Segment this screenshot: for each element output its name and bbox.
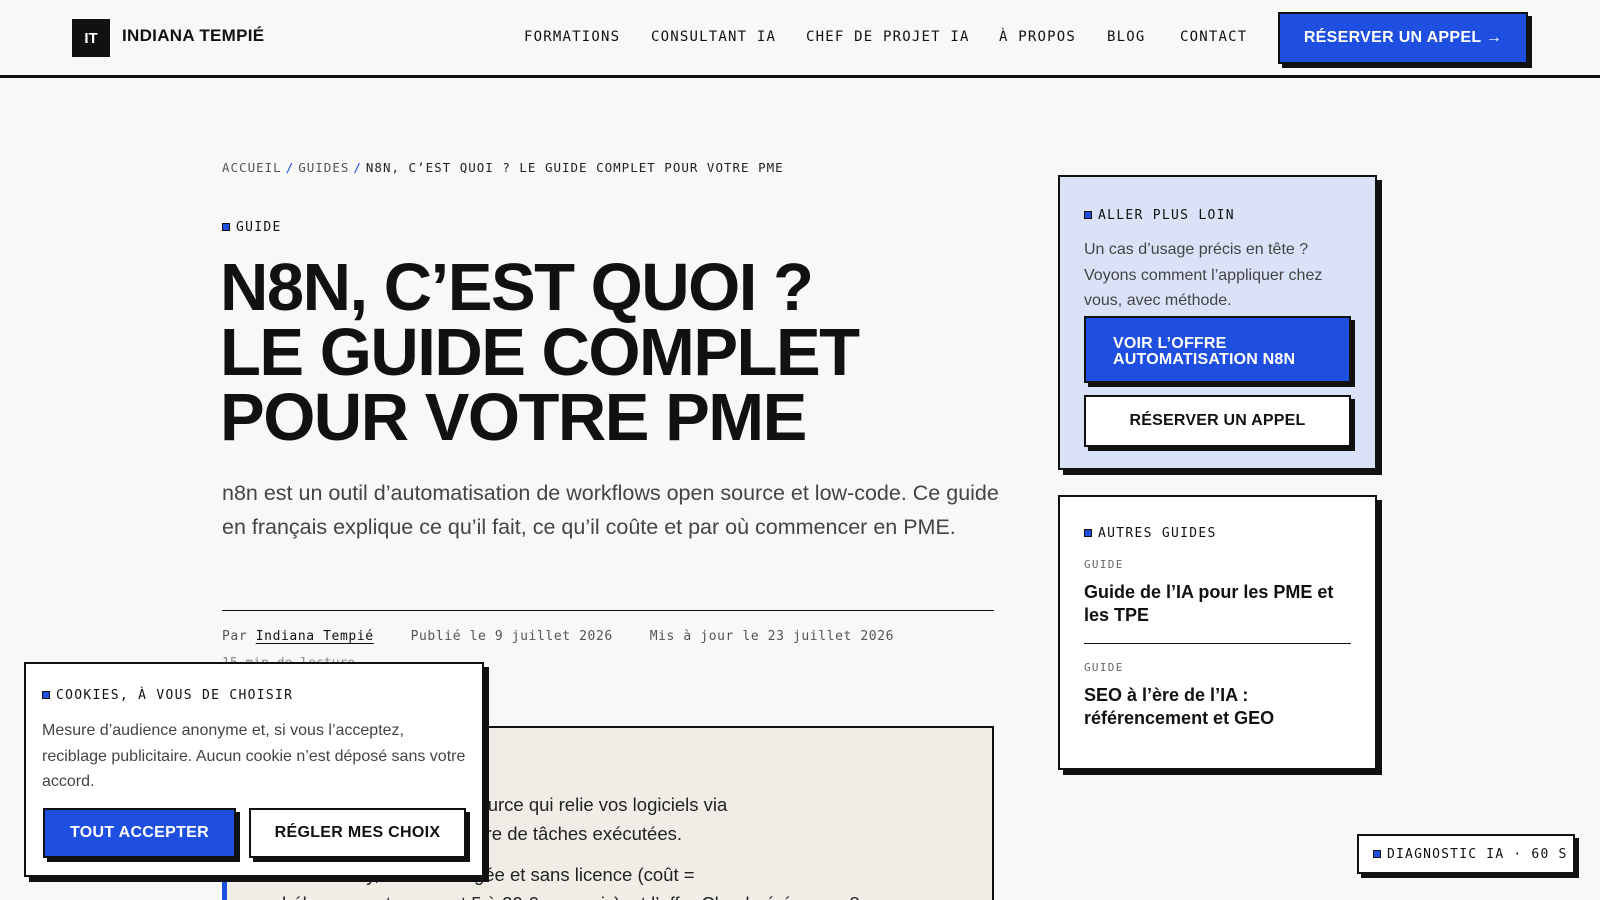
further-heading-label: ALLER PLUS LOIN xyxy=(1098,208,1235,223)
breadcrumb-separator: / xyxy=(285,160,295,175)
title-line: N8N, C’EST QUOI ? xyxy=(220,250,814,325)
breadcrumb-current: N8N, C’EST QUOI ? LE GUIDE COMPLET POUR … xyxy=(365,160,784,175)
cookie-heading-label: COOKIES, À VOUS DE CHOISIR xyxy=(56,688,294,703)
cookie-settings-button[interactable]: RÉGLER MES CHOIX xyxy=(249,808,466,858)
divider xyxy=(1084,643,1351,644)
article-tag-label: GUIDE xyxy=(236,220,282,235)
article-tag: GUIDE xyxy=(222,220,282,235)
nav-blog[interactable]: BLOG xyxy=(1107,29,1146,45)
published-date: Publié le 9 juillet 2026 xyxy=(410,629,613,644)
further-text: Un cas d’usage précis en tête ? Voyons c… xyxy=(1084,241,1323,309)
site-header: IT INDIANA TEMPIÉ FORMATIONS CONSULTANT … xyxy=(0,0,1600,78)
updated-date: Mis à jour le 23 juillet 2026 xyxy=(649,629,895,644)
nav-formations[interactable]: FORMATIONS xyxy=(524,29,620,45)
nav-contact[interactable]: CONTACT xyxy=(1180,29,1247,45)
square-bullet-icon xyxy=(1084,529,1092,537)
square-bullet-icon xyxy=(222,223,230,231)
cookie-heading: COOKIES, À VOUS DE CHOISIR xyxy=(42,688,293,703)
breadcrumb-home[interactable]: ACCUEIL xyxy=(222,160,282,175)
cookie-text: Mesure d’audience anonyme et, si vous l’… xyxy=(42,722,466,790)
accept-all-button[interactable]: TOUT ACCEPTER xyxy=(43,808,236,858)
book-call-button[interactable]: RÉSERVER UN APPEL → xyxy=(1278,12,1528,64)
breadcrumb-guides[interactable]: GUIDES xyxy=(298,160,349,175)
square-bullet-icon xyxy=(1084,211,1092,219)
title-line: LE GUIDE COMPLET xyxy=(220,315,860,390)
page-title: N8N, C’EST QUOI ? LE GUIDE COMPLET POUR … xyxy=(220,250,940,455)
divider xyxy=(222,610,994,611)
logo-mark[interactable]: IT xyxy=(72,19,110,57)
diagnostic-button[interactable]: DIAGNOSTIC IA · 60 S xyxy=(1357,834,1575,874)
n8n-offer-label: VOIR L’OFFRE xyxy=(1113,335,1227,352)
further-card: ALLER PLUS LOIN Un cas d’usage précis en… xyxy=(1058,175,1377,470)
guide-tag: GUIDE xyxy=(1084,661,1124,674)
article-meta: Par Indiana Tempié Publié le 9 juillet 2… xyxy=(222,629,894,644)
n8n-offer-label: AUTOMATISATION N8N xyxy=(1113,351,1296,368)
n8n-offer-button[interactable]: VOIR L’OFFRE AUTOMATISATION N8N xyxy=(1084,316,1351,383)
sidebar-book-call-button[interactable]: RÉSERVER UN APPEL xyxy=(1084,395,1351,447)
summary-line: hébergement, souvent 5 à 20 € par mois),… xyxy=(282,889,962,900)
breadcrumb: ACCUEIL / GUIDES / N8N, C’EST QUOI ? LE GUID… xyxy=(222,160,784,175)
further-heading: ALLER PLUS LOIN xyxy=(1084,208,1235,223)
nav-chef-de-projet-ia[interactable]: CHEF DE PROJET IA xyxy=(806,29,970,45)
breadcrumb-separator: / xyxy=(353,160,362,175)
square-bullet-icon xyxy=(1373,850,1381,858)
meta-by: Par xyxy=(222,629,248,644)
guide-link[interactable]: Guide de l’IA pour les PME et les TPE xyxy=(1084,581,1354,627)
title-line: POUR VOTRE PME xyxy=(220,380,807,455)
nav-a-propos[interactable]: À PROPOS xyxy=(999,29,1076,45)
author-link[interactable]: Indiana Tempié xyxy=(256,629,374,644)
other-guides-heading: AUTRES GUIDES xyxy=(1084,526,1217,541)
other-guides-heading-label: AUTRES GUIDES xyxy=(1098,526,1217,541)
other-guides-card: AUTRES GUIDES GUIDE Guide de l’IA pour l… xyxy=(1058,495,1377,770)
guide-link[interactable]: SEO à l’ère de l’IA : référencement et G… xyxy=(1084,684,1354,730)
square-bullet-icon xyxy=(42,691,50,699)
diagnostic-label: DIAGNOSTIC IA · 60 S xyxy=(1387,846,1568,862)
brand-name[interactable]: INDIANA TEMPIÉ xyxy=(122,26,264,46)
article-lede: n8n est un outil d’automatisation de wor… xyxy=(222,481,999,539)
nav-consultant-ia[interactable]: CONSULTANT IA xyxy=(651,29,776,45)
cookie-banner: COOKIES, À VOUS DE CHOISIR Mesure d’audi… xyxy=(24,662,484,877)
guide-tag: GUIDE xyxy=(1084,558,1124,571)
